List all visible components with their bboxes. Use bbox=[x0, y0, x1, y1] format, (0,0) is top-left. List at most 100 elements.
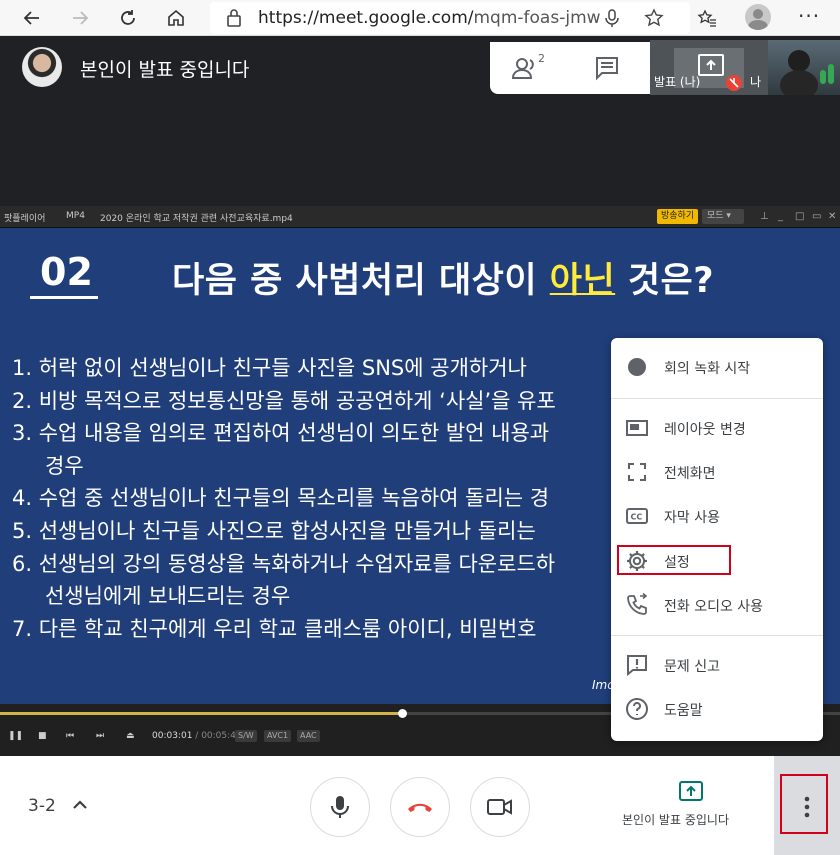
playback-time: 00:03:01 / 00:05:44 bbox=[152, 731, 242, 741]
back-icon[interactable] bbox=[18, 4, 46, 32]
mic-button[interactable] bbox=[310, 777, 370, 837]
svg-text:CC: CC bbox=[631, 513, 643, 522]
menu-item-label: 전체화면 bbox=[664, 466, 716, 482]
camera-icon bbox=[487, 799, 512, 815]
url-text: https://meet.google.com/mqm-foas-jmw bbox=[258, 8, 601, 28]
present-now-button[interactable]: 본인이 발표 중입니다 bbox=[622, 781, 772, 831]
address-bar[interactable]: https://meet.google.com/mqm-foas-jmw bbox=[210, 2, 690, 34]
people-count: 2 bbox=[538, 52, 545, 65]
report-icon bbox=[627, 655, 647, 677]
people-button[interactable]: 2 bbox=[511, 52, 552, 82]
favorites-icon[interactable] bbox=[697, 8, 717, 28]
eject-icon[interactable]: ⏏ bbox=[126, 731, 135, 741]
menu-item-phone-audio[interactable]: 전화 오디오 사용 bbox=[611, 587, 823, 623]
layout-icon bbox=[626, 420, 648, 436]
forward-icon[interactable] bbox=[66, 4, 94, 32]
people-icon bbox=[511, 58, 534, 79]
present-screen-icon bbox=[679, 781, 703, 801]
minimize-icon[interactable]: _ bbox=[778, 211, 783, 222]
chat-button[interactable] bbox=[594, 55, 624, 83]
menu-item-label: 전화 오디오 사용 bbox=[664, 599, 764, 615]
end-call-icon bbox=[408, 803, 432, 812]
codec-tag: AVC1 bbox=[264, 730, 292, 742]
pause-icon[interactable]: ❚❚ bbox=[8, 731, 23, 741]
lock-icon bbox=[227, 9, 241, 27]
mic-icon bbox=[331, 796, 349, 818]
mic-permission-icon[interactable] bbox=[604, 8, 620, 28]
codec-tag: AAC bbox=[297, 730, 320, 742]
next-icon[interactable]: ⏭ bbox=[96, 731, 104, 741]
more-options-menu: 회의 녹화 시작 레이아웃 변경 전체화면 CC 자막 사용 설정 전화 오디오… bbox=[611, 338, 823, 741]
end-call-button[interactable] bbox=[390, 777, 450, 837]
slide-title-pre: 다음 중 사법처리 대상이 bbox=[172, 261, 550, 301]
player-title-bar: 팟플레이어 MP4 2020 온라인 학교 저작권 관련 사전교육자료.mp4 … bbox=[0, 206, 840, 228]
time-current: 00:03:01 bbox=[152, 731, 193, 741]
menu-item-label: 문제 신고 bbox=[664, 659, 720, 675]
presenter-avatar bbox=[22, 47, 62, 87]
chevron-up-icon[interactable] bbox=[70, 795, 90, 815]
meeting-code: 3-2 bbox=[28, 796, 56, 816]
self-video-tile[interactable]: 발표 (나) 나 bbox=[650, 40, 840, 95]
fullscreen-icon bbox=[628, 463, 646, 481]
presenter-title: 본인이 발표 중입니다 bbox=[80, 59, 250, 81]
maximize-icon[interactable]: □ bbox=[795, 211, 804, 222]
close-icon[interactable]: ✕ bbox=[828, 211, 836, 222]
player-format: MP4 bbox=[66, 211, 85, 221]
mode-label: 모드 bbox=[707, 211, 724, 221]
menu-item-layout[interactable]: 레이아웃 변경 bbox=[611, 410, 823, 446]
seek-bar-fill bbox=[0, 712, 402, 715]
self-camera-preview bbox=[768, 40, 840, 95]
url-path: mqm-foas-jmw bbox=[473, 8, 601, 28]
mic-muted-icon bbox=[726, 75, 742, 91]
screen: https://meet.google.com/mqm-foas-jmw ···… bbox=[0, 0, 840, 855]
slide-number: 02 bbox=[40, 250, 93, 294]
menu-item-label: 회의 녹화 시작 bbox=[664, 361, 751, 377]
star-icon[interactable] bbox=[644, 8, 664, 28]
menu-divider bbox=[611, 398, 823, 399]
player-filename: 2020 온라인 학교 저작권 관련 사전교육자료.mp4 bbox=[100, 214, 293, 224]
restore-icon[interactable]: ▭ bbox=[812, 211, 821, 222]
menu-item-captions[interactable]: CC 자막 사용 bbox=[611, 498, 823, 534]
refresh-icon[interactable] bbox=[114, 4, 142, 32]
menu-divider bbox=[611, 635, 823, 636]
chat-icon bbox=[596, 57, 618, 81]
profile-avatar[interactable] bbox=[745, 4, 771, 30]
present-label: 본인이 발표 중입니다 bbox=[622, 813, 729, 827]
camera-button[interactable] bbox=[470, 777, 530, 837]
presenting-icon bbox=[698, 54, 724, 76]
player-app-name: 팟플레이어 bbox=[4, 214, 46, 224]
menu-item-help[interactable]: 도움말 bbox=[611, 691, 823, 727]
menu-item-report[interactable]: 문제 신고 bbox=[611, 647, 823, 683]
slide-title-post: 것은? bbox=[615, 261, 715, 301]
mode-dropdown[interactable]: 모드 ▾ bbox=[702, 209, 744, 224]
menu-item-fullscreen[interactable]: 전체화면 bbox=[611, 454, 823, 490]
phone-audio-icon bbox=[627, 593, 648, 615]
self-label: 발표 (나) bbox=[654, 75, 701, 89]
settings-highlight-annotation bbox=[617, 545, 731, 575]
record-icon bbox=[628, 358, 646, 376]
slide-title-highlight: 아닌 bbox=[549, 261, 616, 301]
self-camera-label: 나 bbox=[750, 75, 762, 89]
stop-icon[interactable]: ■ bbox=[38, 731, 47, 741]
captions-icon: CC bbox=[626, 508, 648, 524]
browser-toolbar: https://meet.google.com/mqm-foas-jmw ··· bbox=[0, 0, 840, 36]
menu-item-label: 자막 사용 bbox=[664, 510, 720, 526]
top-action-panel: 2 bbox=[490, 42, 650, 94]
more-options-icon[interactable]: ··· bbox=[798, 4, 820, 28]
menu-item-label: 도움말 bbox=[664, 703, 703, 719]
seek-bar-knob[interactable] bbox=[397, 709, 407, 718]
home-icon[interactable] bbox=[162, 4, 190, 32]
pin-icon[interactable]: ⊥ bbox=[760, 211, 769, 222]
help-icon bbox=[626, 698, 648, 720]
menu-item-label: 레이아웃 변경 bbox=[664, 422, 746, 438]
meet-top-area: 본인이 발표 중입니다 2 발표 (나) 나 bbox=[0, 36, 840, 206]
codec-tag: S/W bbox=[235, 730, 257, 742]
call-controls-bar: 3-2 본인이 발표 중입니다 bbox=[0, 756, 840, 855]
slide-number-underline bbox=[30, 296, 98, 299]
previous-icon[interactable]: ⏮ bbox=[66, 731, 74, 741]
slide-title: 다음 중 사법처리 대상이 아닌 것은? bbox=[172, 252, 714, 303]
broadcast-button[interactable]: 방송하기 bbox=[657, 209, 699, 224]
menu-item-record[interactable]: 회의 녹화 시작 bbox=[611, 349, 823, 385]
url-host: https://meet.google.com/ bbox=[258, 8, 474, 28]
more-options-highlight-annotation bbox=[780, 774, 828, 834]
